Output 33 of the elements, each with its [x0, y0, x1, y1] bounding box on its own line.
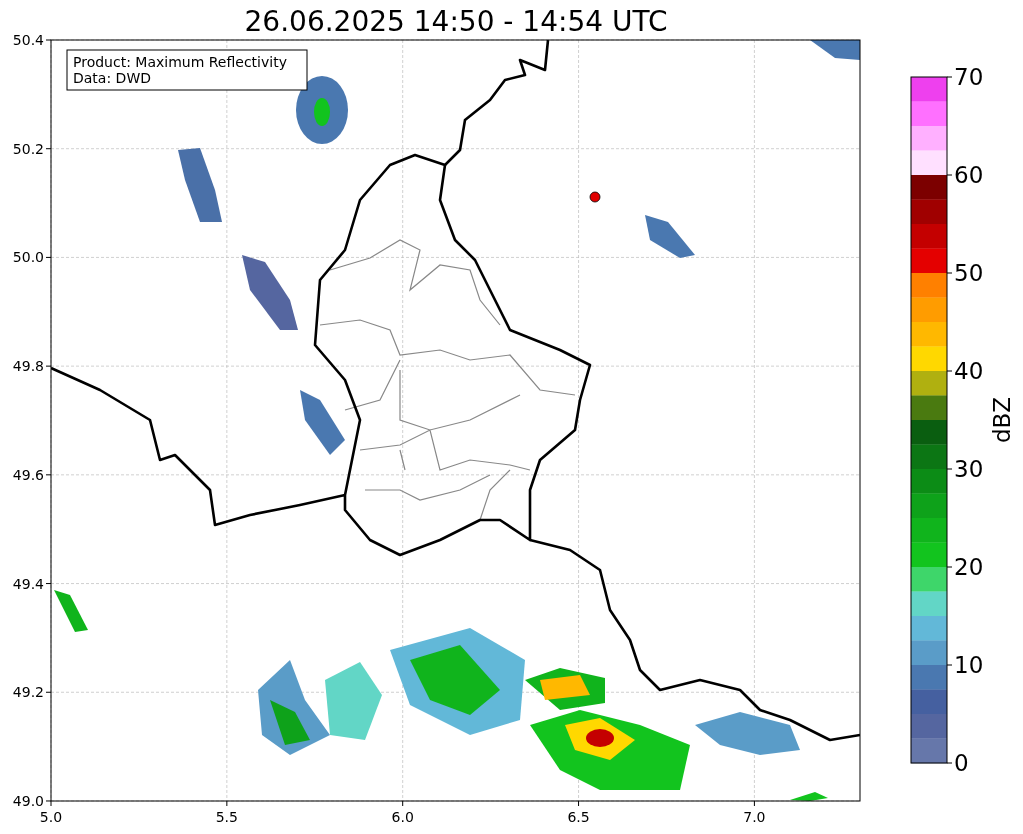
x-tick-label: 6.5 [567, 809, 590, 825]
tick-mark [946, 468, 953, 470]
colorbar-tick-label: 40 [954, 358, 984, 384]
y-tick-label: 50.0 [12, 249, 44, 266]
colorbar-tick-label: 50 [954, 260, 984, 286]
y-tick-label: 49.8 [12, 358, 44, 375]
colorbar-tick-label: 30 [954, 456, 984, 482]
colorbar-tick-label: 10 [954, 652, 984, 678]
chart-title: 26.06.2025 14:50 - 14:54 UTC [244, 5, 668, 38]
y-tick-label: 49.6 [12, 466, 44, 483]
x-tick-label: 5.5 [215, 809, 238, 825]
colorbar-label: dBZ [989, 396, 1015, 444]
tick-mark [946, 76, 953, 78]
tick-mark [946, 174, 953, 176]
colorbar-tick-label: 70 [954, 64, 984, 90]
x-tick-label: 6.0 [391, 809, 414, 825]
y-tick-label: 49.0 [12, 792, 44, 809]
legend-text: Product: Maximum Reflectivity [73, 54, 287, 70]
colorbar-tick-label: 60 [954, 162, 984, 188]
tick-mark [946, 272, 953, 274]
tick-mark [946, 664, 953, 666]
colorbar-tick-label: 0 [954, 750, 969, 776]
y-tick-label: 50.4 [12, 32, 44, 48]
legend-text: Data: DWD [73, 70, 151, 86]
x-tick-label: 5.0 [39, 809, 63, 825]
tick-mark [946, 762, 953, 764]
y-tick-label: 50.2 [12, 140, 44, 157]
x-tick-label: 7.0 [743, 809, 766, 825]
y-tick-label: 49.4 [12, 575, 44, 592]
tick-mark [946, 566, 953, 568]
tick-mark [946, 370, 953, 372]
y-tick-label: 49.2 [12, 684, 44, 701]
colorbar-tick-label: 20 [954, 554, 984, 580]
